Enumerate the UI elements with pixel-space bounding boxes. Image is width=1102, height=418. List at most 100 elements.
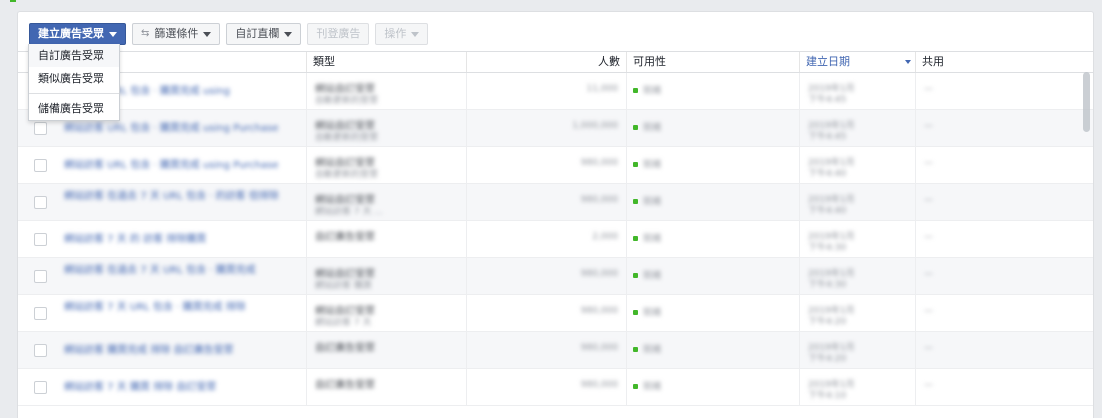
availability-cell: 就緒 [626, 369, 799, 405]
availability-status: 就緒 [633, 157, 661, 170]
row-checkbox[interactable] [34, 233, 47, 246]
audience-size: 980,000 [580, 306, 618, 316]
size-cell: 980,000 [466, 258, 626, 294]
audience-name-link[interactable]: 網站訪客 7 天 的 訪客 排除購買 [64, 233, 299, 247]
audience-name-link[interactable]: 網站訪客 在過去 7 天 URL 包含 · 的訪客 但排除 [64, 190, 299, 204]
table-row[interactable]: 網站訪客 URL 包含 · 購買完成 using 網站自訂受眾 自動更新的受眾 … [18, 73, 1093, 110]
table-row[interactable]: 網站訪客 7 天 URL 包含 · 購買完成 排除 網站自訂受眾 網站訪客 7 … [18, 295, 1093, 332]
publish-ads-button[interactable]: 刊登廣告 [307, 23, 370, 45]
menu-item-saved-audience[interactable]: 儲備廣告受眾 [29, 97, 119, 120]
status-ready-icon [633, 161, 638, 167]
availability-text: 就緒 [643, 234, 662, 244]
column-size[interactable]: 人數 [466, 52, 626, 72]
top-strip [0, 0, 1102, 2]
column-availability[interactable]: 可用性 [626, 52, 799, 72]
type-cell: 自訂廣告受眾 [306, 369, 466, 405]
name-cell: 網站訪客 7 天 購買 排除 自訂受眾 [18, 369, 306, 405]
type-secondary: 網站訪客 購買 [315, 281, 372, 291]
swap-icon: ⇆ [141, 28, 150, 39]
custom-columns-label: 自訂直欄 [235, 27, 280, 40]
table-row[interactable]: 網站訪客 購買完成 排除 自訂廣告受眾 自訂廣告受眾 980,000 就緒 20… [18, 332, 1093, 369]
type-cell: 網站自訂受眾 網站訪客 7 天 [306, 295, 466, 331]
sharing-value: — [924, 306, 933, 316]
row-checkbox[interactable] [34, 381, 47, 394]
audience-size: 980,000 [580, 158, 618, 168]
column-sharing-label: 共用 [922, 55, 944, 68]
availability-status: 就緒 [633, 305, 661, 318]
time-created: 下午4:10 [808, 391, 847, 401]
time-created: 下午4:40 [808, 206, 847, 216]
availability-cell: 就緒 [626, 184, 799, 220]
publish-ads-label: 刊登廣告 [316, 27, 361, 40]
type-cell: 網站自訂受眾 網站訪客 7 天 ... [306, 184, 466, 220]
table-row[interactable]: 網站訪客 在過去 7 天 URL 包含 · 購買完成 網站自訂受眾 網站訪客 購… [18, 258, 1093, 295]
time-created: 下午4:40 [808, 169, 847, 179]
availability-text: 就緒 [643, 197, 662, 207]
column-date-created[interactable]: 建立日期 [799, 52, 915, 72]
row-checkbox[interactable] [34, 122, 47, 135]
time-created: 下午4:20 [808, 317, 847, 327]
status-ready-icon [633, 198, 638, 204]
audience-name-link[interactable]: 網站訪客 在過去 7 天 URL 包含 · 購買完成 [64, 264, 299, 278]
name-cell: 網站訪客 在過去 7 天 URL 包含 · 的訪客 但排除 [18, 184, 306, 220]
availability-cell: 就緒 [626, 258, 799, 294]
date-cell: 2019年1月 下午4:45 [799, 73, 915, 109]
table-row[interactable]: 網站訪客 在過去 7 天 URL 包含 · 的訪客 但排除 網站自訂受眾 網站訪… [18, 184, 1093, 221]
date-cell: 2019年1月 下午4:40 [799, 184, 915, 220]
row-checkbox[interactable] [34, 196, 47, 209]
row-checkbox[interactable] [34, 344, 47, 357]
chevron-down-icon [411, 31, 420, 37]
availability-status: 就緒 [633, 231, 661, 244]
type-cell: 網站自訂受眾 網站訪客 購買 [306, 258, 466, 294]
actions-button[interactable]: 操作 [375, 23, 429, 45]
availability-text: 就緒 [643, 86, 662, 96]
time-created: 下午4:45 [808, 95, 847, 105]
sharing-value: — [924, 158, 933, 168]
column-availability-label: 可用性 [633, 55, 666, 68]
create-audience-label: 建立廣告受眾 [38, 27, 104, 40]
menu-item-custom-audience[interactable]: 自訂廣告受眾 [29, 44, 119, 67]
size-cell: 1,000,000 [466, 110, 626, 146]
column-type[interactable]: 類型 [306, 52, 466, 72]
row-checkbox[interactable] [34, 270, 47, 283]
availability-cell: 就緒 [626, 332, 799, 368]
sharing-cell: — [915, 221, 1093, 257]
time-created: 下午4:20 [808, 354, 847, 364]
date-cell: 2019年1月 下午4:10 [799, 369, 915, 405]
filters-button[interactable]: ⇆ 篩選條件 [132, 23, 221, 45]
table-row[interactable]: 網站訪客 7 天 購買 排除 自訂受眾 自訂廣告受眾 980,000 就緒 20… [18, 369, 1093, 406]
audience-name-link[interactable]: 網站訪客 URL 包含 · 購買完成 using Purchase [64, 122, 299, 136]
table-row[interactable]: 網站訪客 URL 包含 · 購買完成 using Purchase 網站自訂受眾… [18, 110, 1093, 147]
row-checkbox[interactable] [34, 307, 47, 320]
menu-item-lookalike-audience[interactable]: 類似廣告受眾 [29, 67, 119, 90]
column-sharing[interactable]: 共用 [915, 52, 1088, 72]
sharing-cell: — [915, 110, 1093, 146]
toolbar: 建立廣告受眾 ⇆ 篩選條件 自訂直欄 刊登廣告 操作 [29, 23, 429, 45]
row-checkbox[interactable] [34, 159, 47, 172]
date-cell: 2019年1月 下午4:20 [799, 295, 915, 331]
availability-cell: 就緒 [626, 110, 799, 146]
audience-name-link[interactable]: 網站訪客 購買完成 排除 自訂廣告受眾 [64, 344, 299, 358]
table-header: 類型 人數 可用性 建立日期 共用 [18, 51, 1093, 73]
time-created: 下午4:30 [808, 280, 847, 290]
audience-name-link[interactable]: 網站訪客 7 天 URL 包含 · 購買完成 排除 [64, 301, 299, 315]
size-cell: 980,000 [466, 147, 626, 183]
scrollbar[interactable] [1083, 72, 1090, 132]
availability-status: 就緒 [633, 268, 661, 281]
audience-name-link[interactable]: 網站訪客 7 天 購買 排除 自訂受眾 [64, 381, 299, 395]
custom-columns-button[interactable]: 自訂直欄 [226, 23, 302, 45]
create-audience-button[interactable]: 建立廣告受眾 [29, 23, 126, 45]
chevron-down-icon [203, 31, 212, 37]
audience-size: 11,000 [586, 84, 619, 94]
status-ready-icon [633, 124, 638, 130]
sharing-cell: — [915, 295, 1093, 331]
audience-name-link[interactable]: 網站訪客 URL 包含 · 購買完成 using Purchase [64, 159, 299, 173]
table-row[interactable]: 網站訪客 URL 包含 · 購買完成 using Purchase 網站自訂受眾… [18, 147, 1093, 184]
sharing-value: — [924, 343, 933, 353]
audience-size: 980,000 [580, 380, 618, 390]
name-cell: 網站訪客 7 天 URL 包含 · 購買完成 排除 [18, 295, 306, 331]
table-row[interactable]: 網站訪客 7 天 的 訪客 排除購買 自訂廣告受眾 2,000 就緒 2019年… [18, 221, 1093, 258]
size-cell: 980,000 [466, 295, 626, 331]
sharing-cell: — [915, 184, 1093, 220]
actions-label: 操作 [384, 27, 407, 40]
